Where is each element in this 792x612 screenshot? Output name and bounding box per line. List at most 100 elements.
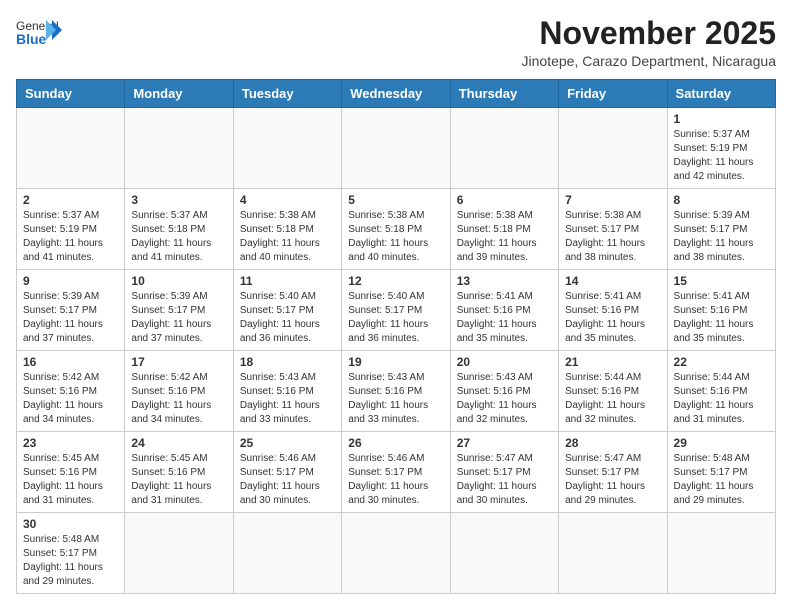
title-area: November 2025 Jinotepe, Carazo Departmen… (522, 16, 776, 69)
day-info: Sunrise: 5:45 AM Sunset: 5:16 PM Dayligh… (23, 452, 118, 508)
day-number: 6 (457, 193, 552, 207)
day-info: Sunrise: 5:44 AM Sunset: 5:16 PM Dayligh… (674, 371, 769, 427)
calendar-cell: 29Sunrise: 5:48 AM Sunset: 5:17 PM Dayli… (667, 432, 775, 513)
day-number: 12 (348, 274, 443, 288)
day-info: Sunrise: 5:43 AM Sunset: 5:16 PM Dayligh… (348, 371, 443, 427)
day-number: 27 (457, 436, 552, 450)
calendar-cell: 18 Sunrise: 5:43 AM Sunset: 5:16 PM Dayli… (233, 351, 341, 432)
day-number: 30 (23, 517, 118, 531)
calendar-cell (450, 513, 558, 594)
calendar-cell: 23Sunrise: 5:45 AM Sunset: 5:16 PM Dayli… (17, 432, 125, 513)
calendar-cell (342, 108, 450, 189)
day-info: Sunrise: 5:46 AM Sunset: 5:17 PM Dayligh… (240, 452, 335, 508)
calendar-cell: 1Sunrise: 5:37 AM Sunset: 5:19 PM Daylig… (667, 108, 775, 189)
day-number: 19 (348, 355, 443, 369)
calendar-cell: 13Sunrise: 5:41 AM Sunset: 5:16 PM Dayli… (450, 270, 558, 351)
day-number: 26 (348, 436, 443, 450)
day-number: 9 (23, 274, 118, 288)
day-info: Sunrise: 5:45 AM Sunset: 5:16 PM Dayligh… (131, 452, 226, 508)
day-info: Sunrise: 5:38 AM Sunset: 5:18 PM Dayligh… (348, 209, 443, 265)
day-number: 18 (240, 355, 335, 369)
day-number: 20 (457, 355, 552, 369)
day-info: Sunrise: 5:43 AM Sunset: 5:16 PM Dayligh… (457, 371, 552, 427)
calendar-week-2: 9 Sunrise: 5:39 AM Sunset: 5:17 PM Daylig… (17, 270, 776, 351)
day-info: Sunrise: 5:42 AM Sunset: 5:16 PM Dayligh… (131, 371, 226, 427)
calendar-cell: 7 Sunrise: 5:38 AM Sunset: 5:17 PM Daylig… (559, 189, 667, 270)
day-number: 14 (565, 274, 660, 288)
calendar-cell: 20 Sunrise: 5:43 AM Sunset: 5:16 PM Dayli… (450, 351, 558, 432)
calendar-col-thursday: Thursday (450, 80, 558, 108)
day-info: Sunrise: 5:40 AM Sunset: 5:17 PM Dayligh… (348, 290, 443, 346)
day-number: 17 (131, 355, 226, 369)
day-info: Sunrise: 5:41 AM Sunset: 5:16 PM Dayligh… (674, 290, 769, 346)
calendar-cell: 8 Sunrise: 5:39 AM Sunset: 5:17 PM Daylig… (667, 189, 775, 270)
day-info: Sunrise: 5:44 AM Sunset: 5:16 PM Dayligh… (565, 371, 660, 427)
calendar-cell: 26 Sunrise: 5:46 AM Sunset: 5:17 PM Dayli… (342, 432, 450, 513)
calendar-cell (17, 108, 125, 189)
calendar-week-1: 2 Sunrise: 5:37 AM Sunset: 5:19 PM Daylig… (17, 189, 776, 270)
day-number: 24 (131, 436, 226, 450)
calendar-cell: 25Sunrise: 5:46 AM Sunset: 5:17 PM Dayli… (233, 432, 341, 513)
calendar-cell: 12 Sunrise: 5:40 AM Sunset: 5:17 PM Dayli… (342, 270, 450, 351)
day-info: Sunrise: 5:48 AM Sunset: 5:17 PM Dayligh… (23, 533, 118, 589)
calendar-cell: 15 Sunrise: 5:41 AM Sunset: 5:16 PM Dayli… (667, 270, 775, 351)
calendar-cell: 2 Sunrise: 5:37 AM Sunset: 5:19 PM Daylig… (17, 189, 125, 270)
month-title: November 2025 (522, 16, 776, 51)
day-info: Sunrise: 5:39 AM Sunset: 5:17 PM Dayligh… (674, 209, 769, 265)
calendar-week-0: 1Sunrise: 5:37 AM Sunset: 5:19 PM Daylig… (17, 108, 776, 189)
calendar-week-4: 23Sunrise: 5:45 AM Sunset: 5:16 PM Dayli… (17, 432, 776, 513)
calendar-cell (667, 513, 775, 594)
location-subtitle: Jinotepe, Carazo Department, Nicaragua (522, 53, 776, 69)
day-info: Sunrise: 5:42 AM Sunset: 5:16 PM Dayligh… (23, 371, 118, 427)
day-info: Sunrise: 5:38 AM Sunset: 5:18 PM Dayligh… (240, 209, 335, 265)
calendar-col-saturday: Saturday (667, 80, 775, 108)
day-number: 22 (674, 355, 769, 369)
day-number: 15 (674, 274, 769, 288)
calendar-col-wednesday: Wednesday (342, 80, 450, 108)
day-info: Sunrise: 5:41 AM Sunset: 5:16 PM Dayligh… (457, 290, 552, 346)
calendar-week-3: 16 Sunrise: 5:42 AM Sunset: 5:16 PM Dayli… (17, 351, 776, 432)
day-info: Sunrise: 5:39 AM Sunset: 5:17 PM Dayligh… (131, 290, 226, 346)
calendar-cell: 14Sunrise: 5:41 AM Sunset: 5:16 PM Dayli… (559, 270, 667, 351)
day-number: 11 (240, 274, 335, 288)
calendar-cell: 30 Sunrise: 5:48 AM Sunset: 5:17 PM Dayli… (17, 513, 125, 594)
day-info: Sunrise: 5:37 AM Sunset: 5:18 PM Dayligh… (131, 209, 226, 265)
calendar-cell: 17 Sunrise: 5:42 AM Sunset: 5:16 PM Dayli… (125, 351, 233, 432)
logo-area: General Blue (16, 16, 62, 52)
calendar-cell (342, 513, 450, 594)
calendar-cell: 24 Sunrise: 5:45 AM Sunset: 5:16 PM Dayli… (125, 432, 233, 513)
calendar-cell (233, 513, 341, 594)
calendar-cell: 19 Sunrise: 5:43 AM Sunset: 5:16 PM Dayli… (342, 351, 450, 432)
calendar-cell: 22 Sunrise: 5:44 AM Sunset: 5:16 PM Dayli… (667, 351, 775, 432)
day-info: Sunrise: 5:43 AM Sunset: 5:16 PM Dayligh… (240, 371, 335, 427)
day-number: 7 (565, 193, 660, 207)
day-info: Sunrise: 5:37 AM Sunset: 5:19 PM Dayligh… (23, 209, 118, 265)
day-info: Sunrise: 5:40 AM Sunset: 5:17 PM Dayligh… (240, 290, 335, 346)
calendar-cell: 10Sunrise: 5:39 AM Sunset: 5:17 PM Dayli… (125, 270, 233, 351)
day-info: Sunrise: 5:46 AM Sunset: 5:17 PM Dayligh… (348, 452, 443, 508)
day-info: Sunrise: 5:38 AM Sunset: 5:17 PM Dayligh… (565, 209, 660, 265)
day-info: Sunrise: 5:47 AM Sunset: 5:17 PM Dayligh… (565, 452, 660, 508)
day-number: 1 (674, 112, 769, 126)
day-number: 16 (23, 355, 118, 369)
day-info: Sunrise: 5:48 AM Sunset: 5:17 PM Dayligh… (674, 452, 769, 508)
day-number: 4 (240, 193, 335, 207)
day-number: 3 (131, 193, 226, 207)
calendar-cell: 21Sunrise: 5:44 AM Sunset: 5:16 PM Dayli… (559, 351, 667, 432)
calendar-cell (559, 108, 667, 189)
calendar-cell (559, 513, 667, 594)
svg-text:Blue: Blue (16, 31, 47, 47)
calendar-cell: 16 Sunrise: 5:42 AM Sunset: 5:16 PM Dayli… (17, 351, 125, 432)
calendar-cell: 4 Sunrise: 5:38 AM Sunset: 5:18 PM Daylig… (233, 189, 341, 270)
calendar-cell: 6Sunrise: 5:38 AM Sunset: 5:18 PM Daylig… (450, 189, 558, 270)
calendar-cell: 11 Sunrise: 5:40 AM Sunset: 5:17 PM Dayli… (233, 270, 341, 351)
day-number: 8 (674, 193, 769, 207)
calendar-header-row: SundayMondayTuesdayWednesdayThursdayFrid… (17, 80, 776, 108)
calendar-table: SundayMondayTuesdayWednesdayThursdayFrid… (16, 79, 776, 594)
calendar-col-tuesday: Tuesday (233, 80, 341, 108)
logo-icon: General Blue (16, 16, 62, 52)
calendar-cell (125, 513, 233, 594)
calendar-cell (450, 108, 558, 189)
page-header: General Blue November 2025 Jinotepe, Car… (16, 16, 776, 69)
day-number: 2 (23, 193, 118, 207)
